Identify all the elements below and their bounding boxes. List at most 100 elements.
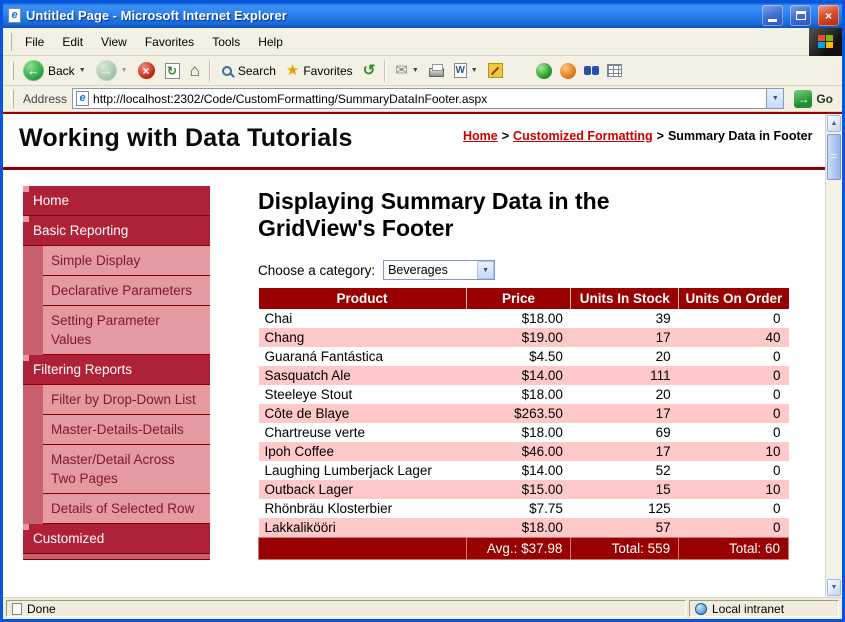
category-select[interactable]: Beverages ▼ bbox=[383, 260, 495, 280]
footer-cell: Avg.: $37.98 bbox=[466, 538, 571, 560]
sidebar-item-details-of-selected-row[interactable]: Details of Selected Row bbox=[43, 494, 210, 524]
menu-bar-items: FileEditViewFavoritesToolsHelp bbox=[16, 31, 292, 53]
back-dropdown-icon[interactable]: ▼ bbox=[79, 67, 86, 74]
sidebar-item-simple-display[interactable]: Simple Display bbox=[43, 246, 210, 276]
value-cell: $7.75 bbox=[466, 499, 571, 518]
value-cell: 0 bbox=[679, 461, 789, 480]
scrollbar-thumb[interactable] bbox=[827, 134, 841, 180]
breadcrumb-separator: > bbox=[657, 129, 664, 143]
menu-help[interactable]: Help bbox=[249, 31, 292, 53]
home-button[interactable]: ⌂ bbox=[185, 60, 205, 81]
print-button[interactable] bbox=[424, 62, 449, 79]
title-bar[interactable]: e Untitled Page - Microsoft Internet Exp… bbox=[3, 3, 842, 28]
menu-file[interactable]: File bbox=[16, 31, 53, 53]
sidebar-item-customized[interactable]: Customized bbox=[23, 524, 210, 554]
edit-button[interactable] bbox=[483, 61, 508, 80]
maximize-icon bbox=[796, 11, 806, 20]
value-cell: $15.00 bbox=[466, 480, 571, 499]
value-cell: 20 bbox=[571, 347, 679, 366]
menu-edit[interactable]: Edit bbox=[53, 31, 92, 53]
sidebar-item-master-details-details[interactable]: Master-Details-Details bbox=[43, 415, 210, 445]
sidebar-item-setting-parameter-values[interactable]: Setting Parameter Values bbox=[43, 306, 210, 355]
forward-button[interactable]: → ▼ bbox=[91, 58, 133, 83]
product-row: Chai$18.00390 bbox=[259, 309, 789, 328]
sidebar-item-filtering-reports[interactable]: Filtering Reports bbox=[23, 355, 210, 385]
breadcrumb-current: Summary Data in Footer bbox=[668, 129, 812, 143]
product-row: Laughing Lumberjack Lager$14.00520 bbox=[259, 461, 789, 480]
toolbar-grip[interactable] bbox=[11, 62, 14, 80]
product-name-cell: Ipoh Coffee bbox=[259, 442, 467, 461]
close-button[interactable]: × bbox=[818, 5, 839, 26]
messenger-icon[interactable] bbox=[560, 63, 576, 79]
column-header: Price bbox=[466, 288, 571, 309]
value-cell: 0 bbox=[679, 518, 789, 538]
value-cell: 57 bbox=[571, 518, 679, 538]
product-row: Sasquatch Ale$14.001110 bbox=[259, 366, 789, 385]
forward-dropdown-icon[interactable]: ▼ bbox=[121, 67, 128, 74]
address-dropdown-button[interactable]: ▼ bbox=[766, 89, 783, 108]
minimize-button[interactable] bbox=[762, 5, 783, 26]
sidebar-item-basic-reporting[interactable]: Basic Reporting bbox=[23, 216, 210, 246]
vertical-scrollbar[interactable]: ▲ ▼ bbox=[825, 114, 842, 597]
product-row: Ipoh Coffee$46.001710 bbox=[259, 442, 789, 461]
address-url[interactable]: http://localhost:2302/Code/CustomFormatt… bbox=[93, 92, 762, 106]
category-label: Choose a category: bbox=[258, 263, 375, 278]
address-input[interactable]: e http://localhost:2302/Code/CustomForma… bbox=[72, 88, 784, 109]
breadcrumb-link-customized-formatting[interactable]: Customized Formatting bbox=[513, 129, 653, 143]
products-table-footer-row: Avg.: $37.98Total: 559Total: 60 bbox=[259, 538, 789, 560]
globe-icon[interactable] bbox=[536, 63, 552, 79]
mail-button[interactable]: ✉ ▼ bbox=[390, 61, 424, 80]
value-cell: $18.00 bbox=[466, 423, 571, 442]
refresh-icon: ↻ bbox=[165, 63, 180, 79]
products-gridview: ProductPriceUnits In StockUnits On Order… bbox=[258, 288, 789, 560]
value-cell: 0 bbox=[679, 347, 789, 366]
mail-icon: ✉ bbox=[395, 63, 408, 78]
favorites-button[interactable]: ★ Favorites bbox=[281, 61, 358, 80]
sidebar-item-master-detail-across-two-pages[interactable]: Master/Detail Across Two Pages bbox=[43, 445, 210, 494]
history-button[interactable]: ↺ bbox=[358, 61, 381, 80]
menu-favorites[interactable]: Favorites bbox=[136, 31, 203, 53]
home-icon: ⌂ bbox=[190, 62, 200, 79]
go-icon: → bbox=[794, 90, 812, 108]
edit-with-word-button[interactable]: W ▼ bbox=[449, 61, 483, 80]
menu-tools[interactable]: Tools bbox=[203, 31, 249, 53]
breadcrumb-link-home[interactable]: Home bbox=[463, 129, 498, 143]
word-dropdown-icon[interactable]: ▼ bbox=[471, 67, 478, 74]
refresh-button[interactable]: ↻ bbox=[160, 61, 185, 81]
product-row: Chartreuse verte$18.00690 bbox=[259, 423, 789, 442]
category-selected-value: Beverages bbox=[384, 263, 477, 277]
value-cell: 17 bbox=[571, 328, 679, 347]
sidebar-item-filter-by-drop-down-list[interactable]: Filter by Drop-Down List bbox=[43, 385, 210, 415]
edit-icon bbox=[488, 63, 503, 78]
back-button[interactable]: ← Back ▼ bbox=[18, 58, 91, 83]
search-label: Search bbox=[238, 64, 276, 78]
scroll-up-button[interactable]: ▲ bbox=[827, 115, 841, 132]
mail-dropdown-icon[interactable]: ▼ bbox=[412, 67, 419, 74]
grid-icon[interactable] bbox=[607, 64, 622, 77]
footer-cell: Total: 60 bbox=[679, 538, 789, 560]
search-button[interactable]: Search bbox=[215, 62, 281, 80]
chevron-down-icon[interactable]: ▼ bbox=[477, 261, 494, 279]
sidebar-item-home[interactable]: Home bbox=[23, 186, 210, 216]
stop-button[interactable]: × bbox=[133, 60, 160, 81]
value-cell: 10 bbox=[679, 442, 789, 461]
toolbar-separator bbox=[384, 60, 386, 82]
menu-bar: FileEditViewFavoritesToolsHelp bbox=[3, 28, 842, 56]
maximize-button[interactable] bbox=[790, 5, 811, 26]
column-header: Units In Stock bbox=[571, 288, 679, 309]
addressbar-grip[interactable] bbox=[11, 90, 14, 108]
value-cell: 0 bbox=[679, 385, 789, 404]
column-header: Units On Order bbox=[679, 288, 789, 309]
value-cell: $19.00 bbox=[466, 328, 571, 347]
scroll-down-button[interactable]: ▼ bbox=[827, 579, 841, 596]
main-content: Displaying Summary Data in the GridView'… bbox=[210, 186, 825, 560]
value-cell: $18.00 bbox=[466, 518, 571, 538]
product-row: Outback Lager$15.001510 bbox=[259, 480, 789, 499]
product-name-cell: Sasquatch Ale bbox=[259, 366, 467, 385]
menu-view[interactable]: View bbox=[92, 31, 136, 53]
menubar-grip[interactable] bbox=[9, 33, 12, 51]
go-button[interactable]: → Go bbox=[789, 89, 838, 109]
favorites-label: Favorites bbox=[303, 64, 352, 78]
binoculars-icon[interactable] bbox=[584, 66, 591, 75]
sidebar-item-declarative-parameters[interactable]: Declarative Parameters bbox=[43, 276, 210, 306]
